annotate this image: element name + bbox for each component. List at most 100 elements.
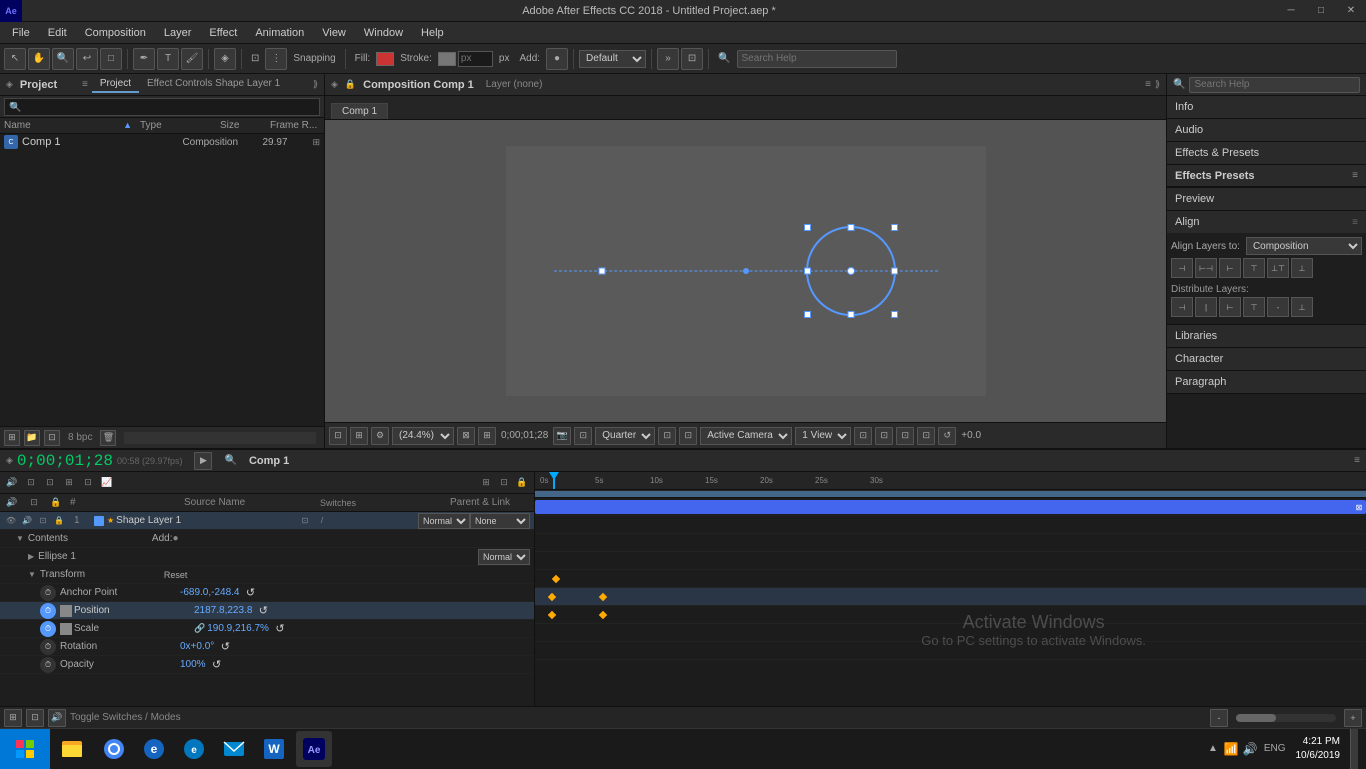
comp-menu-button[interactable]: ≡ bbox=[1145, 79, 1151, 90]
reset-btn[interactable]: Reset bbox=[164, 570, 188, 580]
lock-toggle[interactable]: 🔒 bbox=[52, 514, 66, 528]
view-options2[interactable]: ⊡ bbox=[875, 427, 893, 445]
audio-toggle[interactable]: 🔊 bbox=[20, 514, 34, 528]
taskbar-chrome[interactable] bbox=[96, 731, 132, 767]
playhead[interactable] bbox=[553, 472, 555, 489]
align-bottom-btn[interactable]: ⊥ bbox=[1291, 258, 1313, 278]
tl-zoom-in[interactable]: + bbox=[1344, 709, 1362, 727]
timeline-menu-btn[interactable]: ≡ bbox=[1354, 455, 1360, 466]
path-point-mid[interactable] bbox=[743, 268, 749, 274]
project-search-input[interactable] bbox=[4, 98, 320, 116]
view-options1[interactable]: ⊡ bbox=[854, 427, 872, 445]
time-options-btn[interactable]: ⊡ bbox=[329, 427, 347, 445]
minimize-button[interactable]: ─ bbox=[1276, 0, 1306, 22]
prop-position-row[interactable]: ⏱ Position 2187.8,223.8 ↺ bbox=[0, 602, 534, 620]
taskbar-clock[interactable]: 4:21 PM 10/6/2019 bbox=[1296, 735, 1341, 763]
paragraph-header[interactable]: Paragraph bbox=[1167, 371, 1366, 393]
zoom-select[interactable]: (24.4%) 100% 50% bbox=[392, 427, 454, 445]
tab-project[interactable]: Project bbox=[92, 76, 139, 93]
info-header[interactable]: Info bbox=[1167, 96, 1366, 118]
taskbar-word[interactable]: W bbox=[256, 731, 292, 767]
zoom-tool[interactable]: 🔍 bbox=[52, 48, 74, 70]
maximize-button[interactable]: □ bbox=[1306, 0, 1336, 22]
menu-file[interactable]: File bbox=[4, 25, 38, 41]
solo-btn[interactable]: ⊡ bbox=[496, 475, 512, 491]
menu-composition[interactable]: Composition bbox=[77, 25, 154, 41]
position-reset-btn[interactable]: ↺ bbox=[256, 604, 270, 618]
handle-bottom-left[interactable] bbox=[804, 311, 811, 318]
rect-tool[interactable]: □ bbox=[100, 48, 122, 70]
tl-zoom-slider[interactable] bbox=[1236, 714, 1336, 722]
graph-editor-btn[interactable]: 📈 bbox=[99, 475, 115, 491]
quality-toggle[interactable]: / bbox=[315, 514, 329, 528]
start-button[interactable] bbox=[0, 729, 50, 769]
center-point[interactable] bbox=[847, 267, 855, 275]
anchor-reset-btn[interactable]: ↺ bbox=[244, 586, 258, 600]
effects-presets-header[interactable]: Effects & Presets bbox=[1167, 142, 1366, 164]
workspace-dropdown[interactable]: Default Standard bbox=[579, 50, 646, 68]
handle-top-left[interactable] bbox=[804, 224, 811, 231]
libraries-header[interactable]: Libraries bbox=[1167, 325, 1366, 347]
menu-animation[interactable]: Animation bbox=[247, 25, 312, 41]
menu-effect[interactable]: Effect bbox=[201, 25, 245, 41]
tl-zoom-out[interactable]: - bbox=[1210, 709, 1228, 727]
color-settings-btn[interactable]: 🗑 bbox=[100, 430, 116, 446]
rotation-reset-btn[interactable]: ↺ bbox=[218, 640, 232, 654]
prop-position-value[interactable]: 2187.8,223.8 bbox=[194, 605, 252, 616]
align-top-btn[interactable]: ⊤ bbox=[1243, 258, 1265, 278]
align-to-select[interactable]: Composition Selection Layer bbox=[1246, 237, 1362, 255]
hand-tool[interactable]: ✋ bbox=[28, 48, 50, 70]
prop-scale-value[interactable]: 190.9,216.7% bbox=[207, 623, 269, 634]
taskbar-mail[interactable] bbox=[216, 731, 252, 767]
handle-left[interactable] bbox=[804, 268, 811, 275]
scale-stopwatch[interactable]: ⏱ bbox=[40, 621, 56, 637]
dist-v-btn[interactable]: - bbox=[1267, 297, 1289, 317]
prop-anchor-value[interactable]: -689.0,-248.4 bbox=[180, 587, 240, 598]
scale-reset-btn[interactable]: ↺ bbox=[273, 622, 287, 636]
composition-viewer[interactable] bbox=[325, 120, 1166, 422]
dist-right-btn[interactable]: ⊢ bbox=[1219, 297, 1241, 317]
reset-btn[interactable]: ↺ bbox=[938, 427, 956, 445]
opacity-stopwatch[interactable]: ⏱ bbox=[40, 657, 56, 673]
opacity-reset-btn[interactable]: ↺ bbox=[210, 658, 224, 672]
tl-comp-btn[interactable]: ⊡ bbox=[26, 709, 44, 727]
toggle-switches-label[interactable]: Toggle Switches / Modes bbox=[70, 712, 181, 723]
toggle-transparency[interactable]: ⊡ bbox=[658, 427, 676, 445]
audio-header[interactable]: Audio bbox=[1167, 119, 1366, 141]
taskbar-edge[interactable]: e bbox=[176, 731, 212, 767]
menu-view[interactable]: View bbox=[314, 25, 354, 41]
frame-view-btn[interactable]: ⊞ bbox=[350, 427, 368, 445]
new-layer-btn[interactable]: ⊞ bbox=[478, 475, 494, 491]
toggle-pixels[interactable]: ⊡ bbox=[679, 427, 697, 445]
handle-top-right[interactable] bbox=[891, 224, 898, 231]
parent-select[interactable]: None bbox=[470, 513, 530, 529]
menu-window[interactable]: Window bbox=[356, 25, 411, 41]
3d-toggle[interactable]: ⊡ bbox=[896, 427, 914, 445]
menu-layer[interactable]: Layer bbox=[156, 25, 200, 41]
fill-color-swatch[interactable] bbox=[376, 52, 394, 66]
collapse-transform[interactable]: ⊡ bbox=[298, 514, 312, 528]
handle-bottom[interactable] bbox=[848, 311, 855, 318]
fit-comp-btn[interactable]: ⊠ bbox=[457, 427, 475, 445]
play-btn[interactable]: ▶ bbox=[194, 452, 212, 470]
align-h-center-btn[interactable]: ⊢⊣ bbox=[1195, 258, 1217, 278]
taskbar-explorer[interactable] bbox=[52, 729, 92, 769]
frame-blend-btn[interactable]: ⊞ bbox=[61, 475, 77, 491]
text-tool[interactable]: T bbox=[157, 48, 179, 70]
search-help-input-right[interactable] bbox=[1189, 77, 1360, 93]
contents-expand[interactable]: ▼ bbox=[16, 534, 24, 543]
add-btn[interactable]: ● bbox=[546, 48, 568, 70]
anchor-point[interactable] bbox=[598, 268, 605, 275]
scale-kf-2[interactable] bbox=[599, 611, 607, 619]
handle-right[interactable] bbox=[891, 268, 898, 275]
view-options3[interactable]: ⊡ bbox=[917, 427, 935, 445]
snapping-toggle[interactable]: ⋮ bbox=[265, 48, 287, 70]
prop-rotation-value[interactable]: 0x+0.0° bbox=[180, 641, 214, 652]
timeline-search-btn[interactable]: 🔍 bbox=[224, 455, 236, 466]
resolution-select[interactable]: Quarter Half Full bbox=[595, 427, 655, 445]
dist-h-btn[interactable]: | bbox=[1195, 297, 1217, 317]
handle-top[interactable] bbox=[848, 224, 855, 231]
menu-edit[interactable]: Edit bbox=[40, 25, 75, 41]
dist-top-btn[interactable]: ⊤ bbox=[1243, 297, 1265, 317]
show-desktop-btn[interactable] bbox=[1350, 729, 1358, 769]
